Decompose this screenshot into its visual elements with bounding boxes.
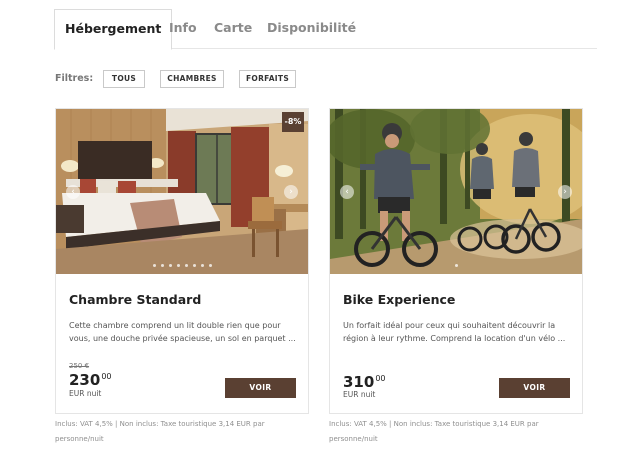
discount-badge: -8%: [282, 112, 304, 132]
offer-card-bike-experience: ‹ › Bike Experience Un forfait idéal pou…: [329, 108, 583, 414]
price-amount: 310: [343, 373, 375, 391]
price: 31000: [343, 373, 386, 391]
carousel-dot[interactable]: [208, 264, 212, 267]
mountain-bikers-photo[interactable]: ‹ ›: [330, 109, 582, 274]
tab-bar: Hébergement Info Carte Disponibilité: [54, 9, 597, 50]
carousel-dot[interactable]: [454, 264, 458, 267]
price: 23000: [69, 371, 112, 389]
tab-hebergement[interactable]: Hébergement: [54, 9, 173, 50]
tax-note: Inclus: VAT 4,5% | Non inclus: Taxe tour…: [55, 420, 265, 443]
carousel-dot[interactable]: [160, 264, 164, 267]
price-cents: 00: [375, 374, 386, 383]
carousel-dot[interactable]: [184, 264, 188, 267]
offer-card-chambre-standard: -8% ‹ › Chambre Standard Cette chambre c…: [55, 108, 309, 414]
card-title[interactable]: Bike Experience: [343, 292, 455, 307]
price-cents: 00: [101, 372, 112, 381]
carousel-dot[interactable]: [176, 264, 180, 267]
filters-label: Filtres:: [55, 73, 94, 84]
card-title[interactable]: Chambre Standard: [69, 292, 201, 307]
carousel-dot[interactable]: [168, 264, 172, 267]
voir-button[interactable]: VOIR: [499, 378, 570, 398]
filter-tous-button[interactable]: TOUS: [103, 70, 145, 88]
previous-image-arrow-icon[interactable]: ‹: [66, 185, 80, 199]
filter-forfaits-button[interactable]: FORFAITS: [239, 70, 296, 88]
card-description: Cette chambre comprend un lit double rie…: [69, 321, 296, 343]
hotel-bedroom-photo[interactable]: -8% ‹ ›: [56, 109, 308, 274]
carousel-dot[interactable]: [200, 264, 204, 267]
next-image-arrow-icon[interactable]: ›: [284, 185, 298, 199]
carousel-dot[interactable]: [192, 264, 196, 267]
carousel-dots: [56, 264, 308, 267]
tab-carte[interactable]: Carte: [214, 9, 252, 49]
carousel-dot[interactable]: [152, 264, 156, 267]
voir-button[interactable]: VOIR: [225, 378, 296, 398]
card-description: Un forfait idéal pour ceux qui souhaiten…: [343, 321, 566, 343]
filter-chambres-button[interactable]: CHAMBRES: [160, 70, 224, 88]
price-amount: 230: [69, 371, 101, 389]
price-unit: EUR nuit: [343, 390, 376, 399]
carousel-dots: [330, 264, 582, 267]
price-unit: EUR nuit: [69, 389, 102, 398]
tab-disponibilite[interactable]: Disponibilité: [267, 9, 356, 49]
next-image-arrow-icon[interactable]: ›: [558, 185, 572, 199]
tax-note: Inclus: VAT 4,5% | Non inclus: Taxe tour…: [329, 420, 539, 443]
previous-image-arrow-icon[interactable]: ‹: [340, 185, 354, 199]
original-price: 250 €: [69, 362, 90, 370]
tab-info[interactable]: Info: [169, 9, 197, 49]
